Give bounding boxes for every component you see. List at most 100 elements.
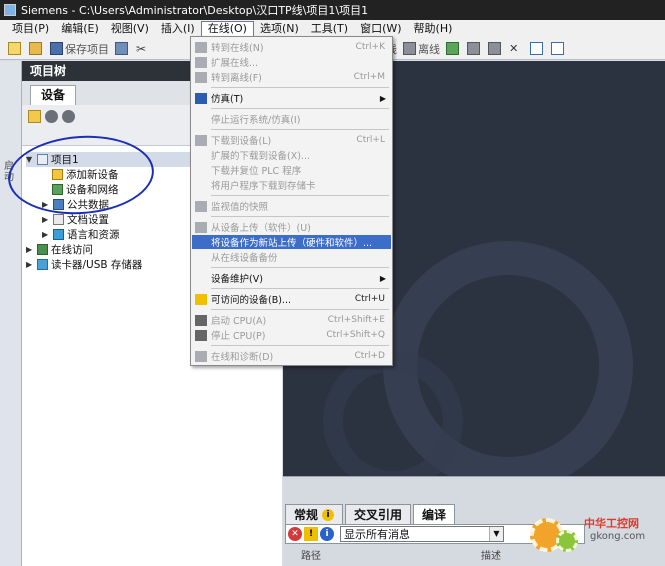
menu-help[interactable]: 帮助(H) <box>408 21 459 37</box>
forward-icon[interactable] <box>62 109 75 123</box>
tab-general[interactable]: 常规 i <box>285 504 344 524</box>
menu-item-upload-as-new-station[interactable]: 将设备作为新站上传（硬件和软件）... <box>192 235 391 249</box>
split-vertical-icon <box>551 42 565 55</box>
menu-edit[interactable]: 编辑(E) <box>55 21 105 37</box>
menu-item-stop-cpu[interactable]: 停止 CPU(P) Ctrl+Shift+Q <box>192 328 391 342</box>
menu-item-extended-download[interactable]: 扩展的下载到设备(X)... <box>192 148 391 162</box>
stop-cpu-button[interactable] <box>488 41 503 57</box>
menu-tools[interactable]: 工具(T) <box>305 21 354 37</box>
tab-cross-reference[interactable]: 交叉引用 <box>345 504 412 524</box>
chevron-down-icon[interactable]: ▼ <box>489 527 503 541</box>
cross-icon: ✕ <box>509 42 519 55</box>
document-icon <box>53 214 64 225</box>
menu-item-label: 扩展在线... <box>211 58 259 69</box>
menu-item-backup-online[interactable]: 从在线设备备份 <box>192 250 391 264</box>
submenu-arrow-icon: ▶ <box>379 273 386 283</box>
menu-item-label: 启动 CPU(A) <box>211 316 267 327</box>
message-filter-select[interactable]: 显示所有消息 ▼ <box>340 526 504 542</box>
expand-arrow-icon[interactable]: ▶ <box>42 215 50 224</box>
menu-item-stop-runtime[interactable]: 停止运行系统/仿真(I) <box>192 112 391 126</box>
menu-item-device-maintenance[interactable]: 设备维护(V) ▶ <box>192 271 391 286</box>
menu-item-label: 在线和诊断(D) <box>211 352 274 363</box>
print-button[interactable] <box>115 41 130 57</box>
new-folder-icon[interactable] <box>28 109 41 123</box>
menu-item-download-memory-card[interactable]: 将用户程序下载到存储卡 <box>192 178 391 192</box>
tree-item-languages[interactable]: ▶ 语言和资源 <box>42 227 120 242</box>
menu-item-go-offline[interactable]: 转到离线(F) Ctrl+M <box>192 70 391 84</box>
tree-item-label: 公共数据 <box>67 199 109 211</box>
shortcut-label: Ctrl+K <box>355 42 385 52</box>
menu-view[interactable]: 视图(V) <box>105 21 155 37</box>
tree-item-doc-settings[interactable]: ▶ 文档设置 <box>42 212 109 227</box>
split-horizontal-button[interactable] <box>530 41 545 57</box>
tab-devices[interactable]: 设备 <box>30 85 77 105</box>
shortcut-label: Ctrl+L <box>356 135 385 145</box>
menu-item-extended-online[interactable]: 扩展在线... <box>192 55 391 69</box>
tree-item-add-device[interactable]: 添加新设备 <box>52 167 119 182</box>
expand-arrow-icon[interactable]: ▶ <box>42 230 50 239</box>
watermark-text: 中华工控网 <box>584 517 639 530</box>
menu-insert[interactable]: 插入(I) <box>155 21 201 37</box>
warning-filter-icon[interactable]: ! <box>304 527 318 541</box>
menu-item-start-cpu[interactable]: 启动 CPU(A) Ctrl+Shift+E <box>192 313 391 327</box>
menu-separator <box>211 129 389 130</box>
simulation-icon <box>195 92 207 104</box>
go-offline-icon <box>403 42 417 55</box>
menu-project[interactable]: 项目(P) <box>6 21 55 37</box>
collapse-arrow-icon[interactable]: ▼ <box>26 155 34 164</box>
shortcut-label: Ctrl+D <box>354 351 386 361</box>
network-icon <box>52 184 63 195</box>
extended-online-icon <box>195 56 207 68</box>
info-filter-icon[interactable]: i <box>320 527 334 541</box>
accessible-devices-button[interactable] <box>446 41 461 57</box>
split-vertical-button[interactable] <box>551 41 566 57</box>
menu-item-simulation[interactable]: 仿真(T) ▶ <box>192 91 391 105</box>
menu-item-upload-from-device[interactable]: 从设备上传（软件）(U) <box>192 220 391 234</box>
blank-icon <box>195 180 207 191</box>
menu-item-label: 将用户程序下载到存储卡 <box>211 181 316 192</box>
cross-button[interactable]: ✕ <box>509 41 524 57</box>
menu-item-accessible-devices[interactable]: 可访问的设备(B)... Ctrl+U <box>192 292 391 306</box>
tree-item-label: 项目1 <box>51 154 79 166</box>
expand-arrow-icon[interactable]: ▶ <box>26 260 34 269</box>
go-offline-button[interactable]: 离线 <box>403 41 440 57</box>
menu-options[interactable]: 选项(N) <box>254 21 305 37</box>
menu-separator <box>211 108 389 109</box>
menu-item-online-diagnostics[interactable]: 在线和诊断(D) Ctrl+D <box>192 349 391 363</box>
menu-item-download-to-device[interactable]: 下载到设备(L) Ctrl+L <box>192 133 391 147</box>
expand-arrow-icon[interactable]: ▶ <box>42 200 50 209</box>
error-filter-icon[interactable]: ✕ <box>288 527 302 541</box>
snapshot-icon <box>195 200 207 212</box>
menu-item-label: 从在线设备备份 <box>211 253 278 264</box>
menu-online[interactable]: 在线(O) <box>200 21 254 37</box>
open-project-button[interactable] <box>29 41 44 57</box>
menu-item-label: 设备维护(V) <box>211 274 263 285</box>
menu-window[interactable]: 窗口(W) <box>354 21 407 37</box>
new-project-button[interactable] <box>8 41 23 57</box>
cut-button[interactable]: ✂ <box>136 41 148 57</box>
menu-item-download-reset-plc[interactable]: 下载并复位 PLC 程序 <box>192 163 391 177</box>
menu-item-snapshot[interactable]: 监视值的快照 <box>192 199 391 213</box>
tree-item-devices-networks[interactable]: 设备和网络 <box>52 182 119 197</box>
tab-compile[interactable]: 编译 <box>413 504 456 524</box>
portal-view-strip[interactable]: 启动 <box>0 61 22 566</box>
menu-item-label: 转到在线(N) <box>211 43 264 54</box>
tree-item-common-data[interactable]: ▶ 公共数据 <box>42 197 109 212</box>
menu-item-go-online[interactable]: 转到在线(N) Ctrl+K <box>192 40 391 54</box>
save-project-button[interactable]: 保存项目 <box>50 41 109 57</box>
watermark-logo: 中华工控网 gkong.com <box>530 512 660 558</box>
tree-item-online-access[interactable]: ▶ 在线访问 <box>26 242 93 257</box>
tree-item-card-reader[interactable]: ▶ 读卡器/USB 存储器 <box>26 257 142 272</box>
start-cpu-icon <box>195 314 207 326</box>
back-icon[interactable] <box>45 109 58 123</box>
menu-item-label: 停止运行系统/仿真(I) <box>211 115 301 126</box>
menu-item-label: 停止 CPU(P) <box>211 331 266 342</box>
blank-icon <box>195 114 207 125</box>
start-cpu-button[interactable] <box>467 41 482 57</box>
blank-icon <box>195 273 207 284</box>
tab-label: 常规 <box>294 507 319 522</box>
expand-arrow-icon[interactable]: ▶ <box>26 245 34 254</box>
title-bar: Siemens - C:\Users\Administrator\Desktop… <box>0 0 665 20</box>
accessible-devices-icon <box>195 293 207 305</box>
stop-cpu-icon <box>488 42 502 55</box>
